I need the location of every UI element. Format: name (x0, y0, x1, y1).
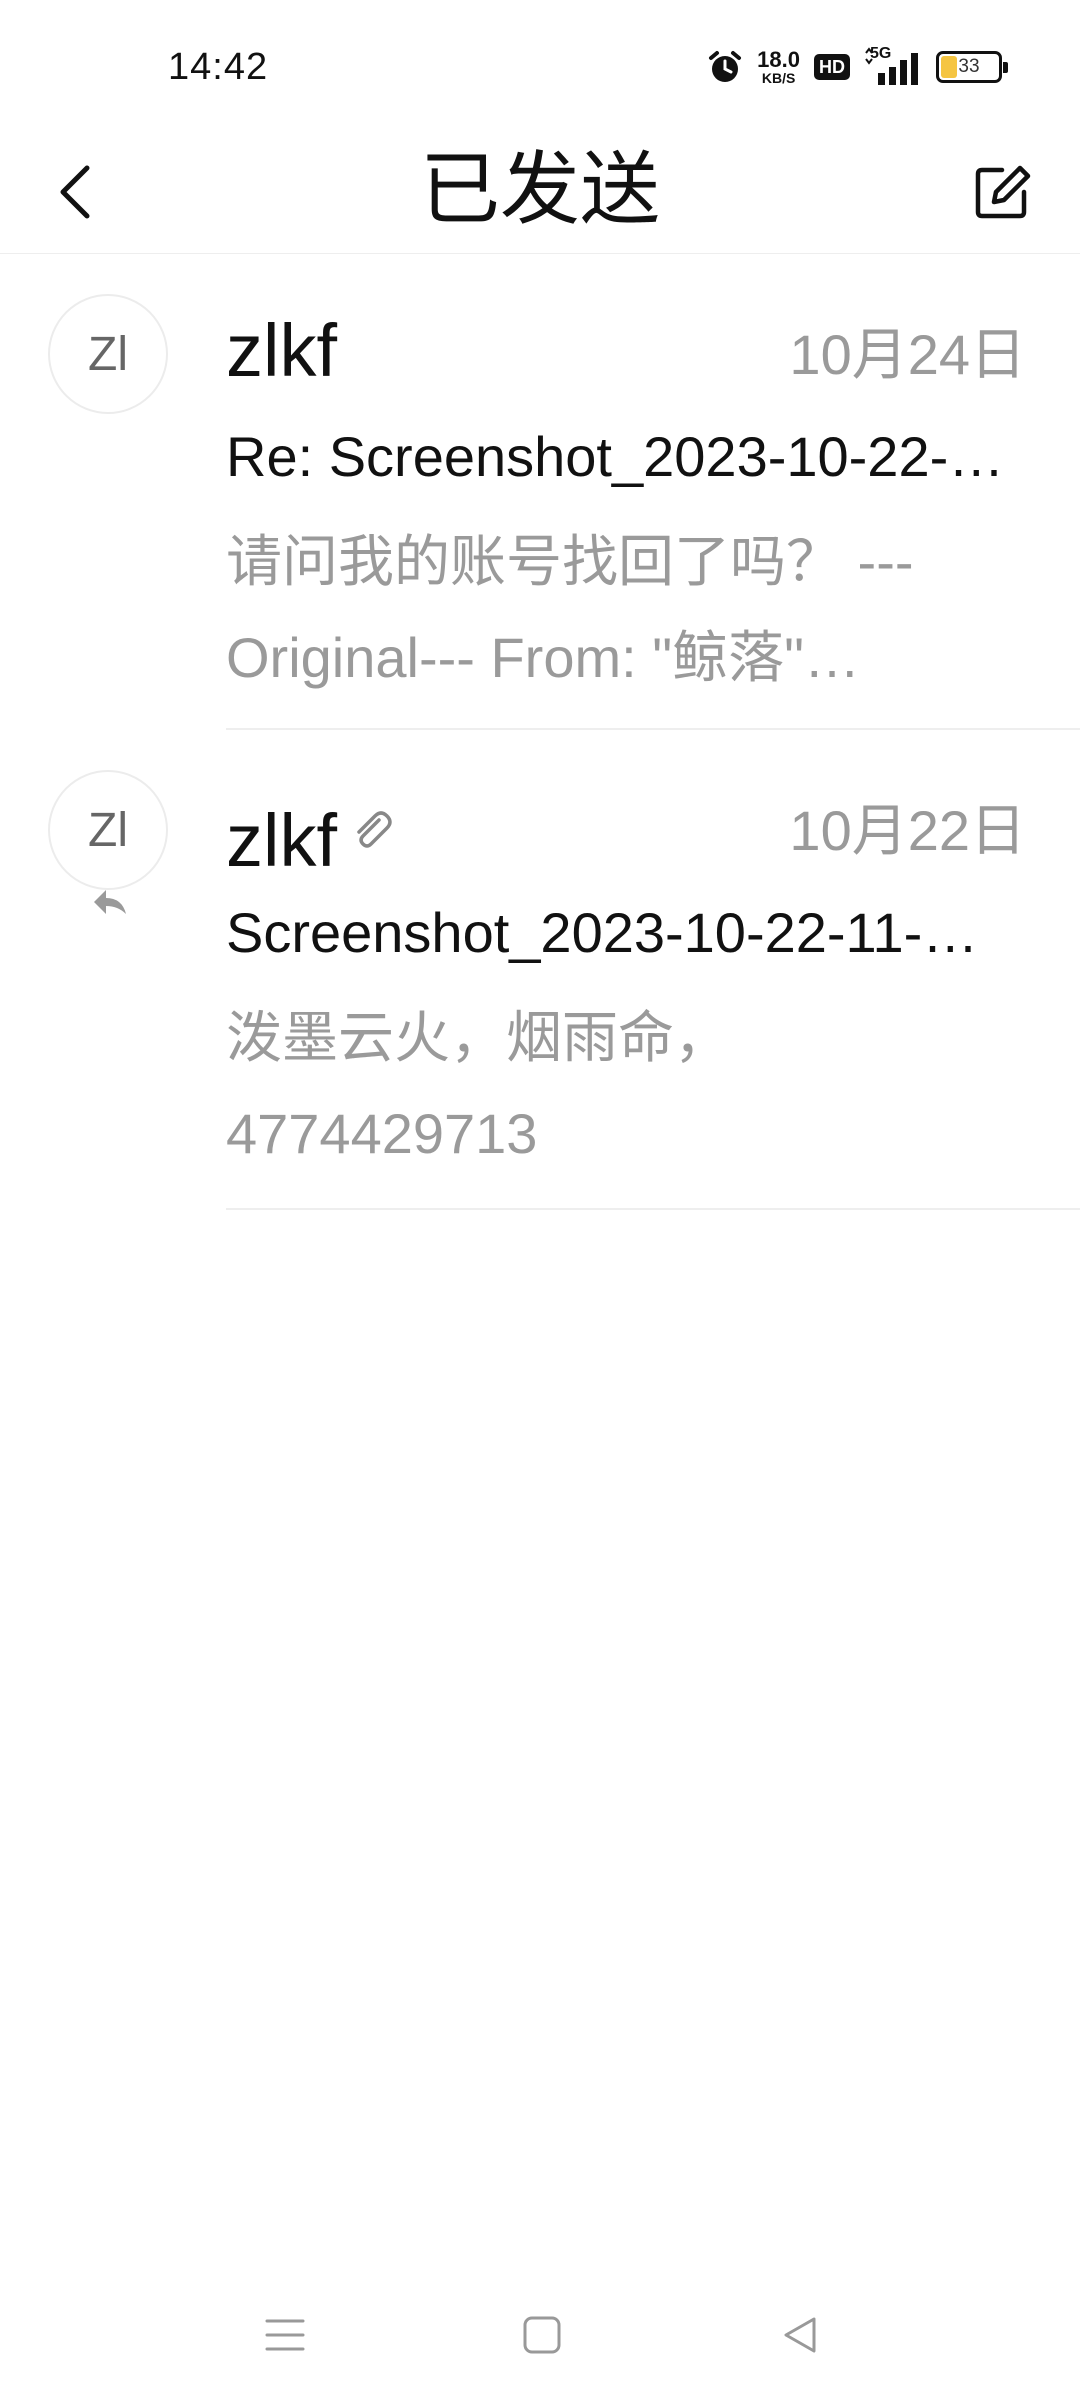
divider (226, 1208, 1080, 1210)
mail-sender-name: zlkf (226, 309, 337, 392)
mail-list-item[interactable]: Zl zlkf 10月22日 Screenshot_2023-10-22-11-… (0, 730, 1080, 1210)
mail-sender-name: zlkf (226, 799, 337, 882)
mail-sender: zlkf (226, 306, 337, 396)
network-speed-unit: KB/S (761, 70, 796, 86)
nav-menu-button[interactable] (255, 2310, 315, 2360)
home-icon (523, 2316, 561, 2354)
status-time: 14:42 (168, 46, 269, 88)
mail-sender: zlkf (226, 782, 393, 886)
compose-button[interactable] (960, 150, 1044, 234)
mail-subject: Screenshot_2023-10-22-11-… (226, 901, 979, 964)
avatar: Zl (48, 294, 168, 414)
mail-preview: 泼墨云火，烟雨命， 4774429713 (226, 1006, 730, 1165)
mail-preview: 请问我的账号找回了吗？ ---Original--- From: "鲸落"<30… (226, 530, 914, 689)
menu-icon (265, 2319, 305, 2351)
alarm-icon (707, 49, 743, 85)
mail-list: Zl zlkf 10月24日 Re: Screenshot_2023-10-22… (0, 254, 1080, 1210)
signal-5g-icon: 5G (864, 45, 922, 87)
mail-date: 10月24日 (789, 323, 1026, 386)
network-speed-value: 18.0 (757, 47, 800, 72)
battery-level: 33 (958, 56, 980, 77)
network-speed: 18.0 KB/S (757, 47, 800, 86)
avatar: Zl (48, 770, 168, 890)
page-title: 已发送 (420, 145, 660, 234)
mail-date: 10月22日 (789, 799, 1026, 862)
battery-icon: 33 (936, 51, 1008, 83)
screen: 14:42 18.0 KB/S HD 5G 33 已发送 Zl zlkf 10月… (0, 0, 1080, 2400)
replied-icon (90, 886, 130, 923)
status-bar: 14:42 18.0 KB/S HD 5G 33 (0, 0, 1080, 130)
compose-icon (975, 165, 1031, 219)
nav-back-button[interactable] (770, 2310, 830, 2360)
mail-subject: Re: Screenshot_2023-10-22-11-… (226, 425, 1026, 488)
header: 已发送 (0, 130, 1080, 254)
navigation-bar (0, 2290, 1080, 2380)
hd-badge: HD (814, 54, 850, 80)
status-icons: 18.0 KB/S HD 5G 33 (707, 44, 1008, 90)
nav-home-button[interactable] (512, 2310, 572, 2360)
back-triangle-icon (784, 2317, 816, 2353)
paperclip-icon (349, 782, 393, 872)
battery-nub (1003, 62, 1008, 73)
mail-list-item[interactable]: Zl zlkf 10月24日 Re: Screenshot_2023-10-22… (0, 254, 1080, 730)
